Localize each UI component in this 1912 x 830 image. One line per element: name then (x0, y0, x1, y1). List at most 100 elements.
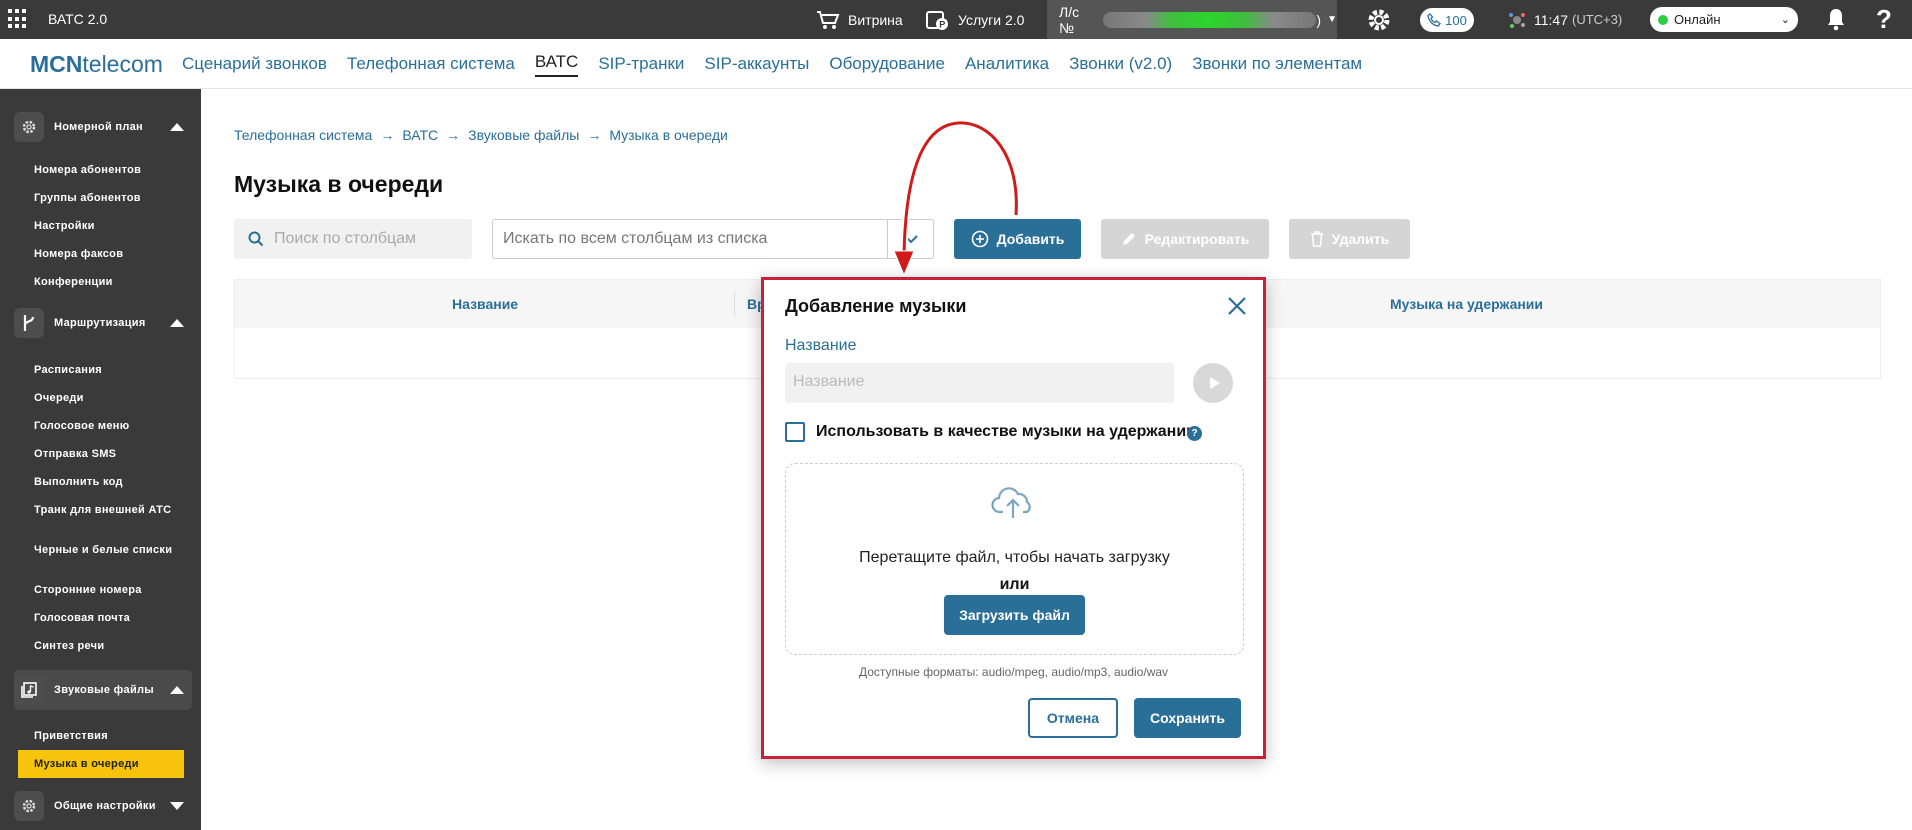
sidebar-item-voicemail[interactable]: Голосовая почта (34, 612, 189, 624)
sidebar-item-speech-synthesis[interactable]: Синтез речи (34, 640, 189, 652)
sidebar-section-general-settings[interactable]: Общие настройки (14, 786, 192, 826)
clock: 11:47 (UTC+3) (1508, 0, 1622, 39)
account-selector[interactable]: Л/с № ) ▼ (1047, 0, 1337, 39)
help-icon[interactable]: ? (1187, 426, 1202, 441)
cancel-button[interactable]: Отмена (1028, 698, 1118, 738)
help-question-icon[interactable]: ? (1876, 4, 1892, 35)
add-button-label: Добавить (996, 231, 1065, 247)
sidebar-item-queues[interactable]: Очереди (34, 392, 189, 404)
arrow-right-icon: → (380, 127, 395, 143)
sidebar-section-label: Номерной план (54, 121, 143, 133)
breadcrumb-item[interactable]: ВАТС (402, 127, 438, 143)
calls-count: 100 (1445, 12, 1467, 28)
calls-counter[interactable]: 100 (1420, 8, 1474, 32)
cloud-upload-icon (991, 487, 1031, 518)
chevron-down-icon[interactable] (887, 220, 933, 258)
column-header-hold-music[interactable]: Музыка на удержании (1390, 296, 1543, 312)
services-label: Услуги 2.0 (958, 11, 1025, 28)
sidebar-item-conferences[interactable]: Конференции (34, 276, 189, 288)
add-music-dialog: Добавление музыки Название Название Испо… (761, 277, 1266, 759)
sidebar-item-voice-menu[interactable]: Голосовое меню (34, 420, 189, 432)
apps-grid-icon[interactable] (8, 9, 28, 29)
nav-equipment[interactable]: Оборудование (829, 54, 945, 74)
timezone: (UTC+3) (1572, 12, 1623, 27)
column-search-placeholder: Поиск по столбцам (274, 230, 417, 247)
name-label: Название (785, 337, 857, 354)
sidebar-section-routing[interactable]: Маршрутизация (14, 303, 192, 343)
settings-gear-icon[interactable] (1366, 7, 1392, 36)
breadcrumb-item[interactable]: Музыка в очереди (609, 127, 728, 143)
sidebar-item-schedules[interactable]: Расписания (34, 364, 189, 376)
hold-music-checkbox-label[interactable]: Использовать в качестве музыки на удержа… (816, 423, 1196, 441)
collapse-arrow-icon (170, 319, 184, 327)
nav-analytics[interactable]: Аналитика (965, 54, 1049, 74)
add-button[interactable]: Добавить (954, 219, 1081, 259)
play-icon (1209, 377, 1220, 389)
gear-icon (14, 791, 44, 821)
sidebar-item-subscriber-numbers[interactable]: Номера абонентов (34, 164, 189, 176)
sidebar-item-send-sms[interactable]: Отправка SMS (34, 448, 189, 460)
name-input[interactable]: Название (785, 363, 1174, 403)
edit-button[interactable]: Редактировать (1101, 219, 1269, 259)
sidebar-section-label: Общие настройки (54, 800, 156, 812)
showcase-link[interactable]: Витрина (816, 0, 903, 39)
globe-activity-icon (1509, 12, 1525, 28)
search-icon (248, 231, 264, 247)
time: 11:47 (1534, 11, 1568, 28)
logo-bold: MCN (30, 51, 83, 77)
hold-music-checkbox[interactable] (785, 422, 805, 442)
bell-icon[interactable] (1825, 7, 1847, 34)
breadcrumb-item[interactable]: Звуковые файлы (468, 127, 579, 143)
account-number-masked (1102, 11, 1317, 28)
sidebar-item-fax-numbers[interactable]: Номера факсов (34, 248, 189, 260)
breadcrumb: Телефонная система → ВАТС → Звуковые фай… (234, 127, 728, 143)
status-select[interactable]: Онлайн ⌄ (1650, 7, 1798, 32)
close-icon[interactable] (1227, 294, 1247, 320)
services-link[interactable]: P Услуги 2.0 (926, 0, 1024, 39)
nav-call-scenario[interactable]: Сценарий звонков (182, 54, 327, 74)
column-header-name[interactable]: Название (452, 296, 518, 312)
sidebar-item-external-trunk[interactable]: Транк для внешней АТС (34, 504, 189, 516)
sidebar: Номерной план Номера абонентов Группы аб… (0, 89, 201, 830)
sidebar-item-settings[interactable]: Настройки (34, 220, 189, 232)
save-button[interactable]: Сохранить (1134, 698, 1241, 738)
nav-sip-accounts[interactable]: SIP-аккаунты (704, 54, 809, 74)
sidebar-section-numbering[interactable]: Номерной план (14, 107, 192, 147)
upload-file-button[interactable]: Загрузить файл (944, 595, 1085, 635)
arrow-right-icon: → (587, 127, 602, 143)
collapse-arrow-icon (170, 686, 184, 694)
column-search-input[interactable]: Поиск по столбцам (234, 219, 472, 259)
nav-calls-by-elements[interactable]: Звонки по элементам (1192, 54, 1362, 74)
account-prefix: Л/с № (1059, 3, 1080, 36)
sidebar-item-greetings[interactable]: Приветствия (34, 730, 189, 742)
collapse-arrow-icon (170, 123, 184, 131)
breadcrumb-item[interactable]: Телефонная система (234, 127, 372, 143)
delete-button[interactable]: Удалить (1289, 219, 1410, 259)
file-dropzone[interactable]: Перетащите файл, чтобы начать загрузку и… (785, 463, 1244, 655)
column-divider (734, 292, 735, 316)
svg-text:P: P (939, 19, 945, 29)
services-badge-icon: P (926, 10, 948, 30)
nav-phone-system[interactable]: Телефонная система (347, 54, 515, 74)
nav-calls-v2[interactable]: Звонки (v2.0) (1069, 54, 1172, 74)
caret-down-icon: ▼ (1327, 14, 1337, 25)
global-filter-select[interactable]: Искать по всем столбцам из списка (492, 219, 934, 259)
sidebar-item-subscriber-groups[interactable]: Группы абонентов (34, 192, 189, 204)
mcn-logo[interactable]: MCNtelecom (30, 51, 163, 78)
sidebar-item-black-white-lists[interactable]: Черные и белые списки (34, 544, 189, 556)
nav-vats[interactable]: ВАТС (534, 52, 579, 77)
sidebar-section-sound-files[interactable]: Звуковые файлы (14, 670, 192, 710)
nav-sip-trunks[interactable]: SIP-транки (598, 54, 684, 74)
drop-instruction: Перетащите файл, чтобы начать загрузку (859, 549, 1170, 566)
music-file-icon (14, 675, 44, 705)
app-title: ВАТС 2.0 (48, 11, 108, 27)
edit-button-label: Редактировать (1144, 231, 1250, 247)
sidebar-item-queue-music[interactable]: Музыка в очереди (18, 750, 184, 778)
cart-icon (817, 10, 840, 29)
sidebar-item-third-party-numbers[interactable]: Сторонние номера (34, 584, 189, 596)
page-title: Музыка в очереди (234, 171, 444, 197)
top-bar: ВАТС 2.0 Витрина P Услуги 2.0 Л/с № ) ▼ … (0, 0, 1912, 39)
sidebar-item-run-code[interactable]: Выполнить код (34, 476, 189, 488)
play-button[interactable] (1193, 363, 1233, 403)
nav-links: Сценарий звонков Телефонная система ВАТС… (182, 39, 1362, 89)
